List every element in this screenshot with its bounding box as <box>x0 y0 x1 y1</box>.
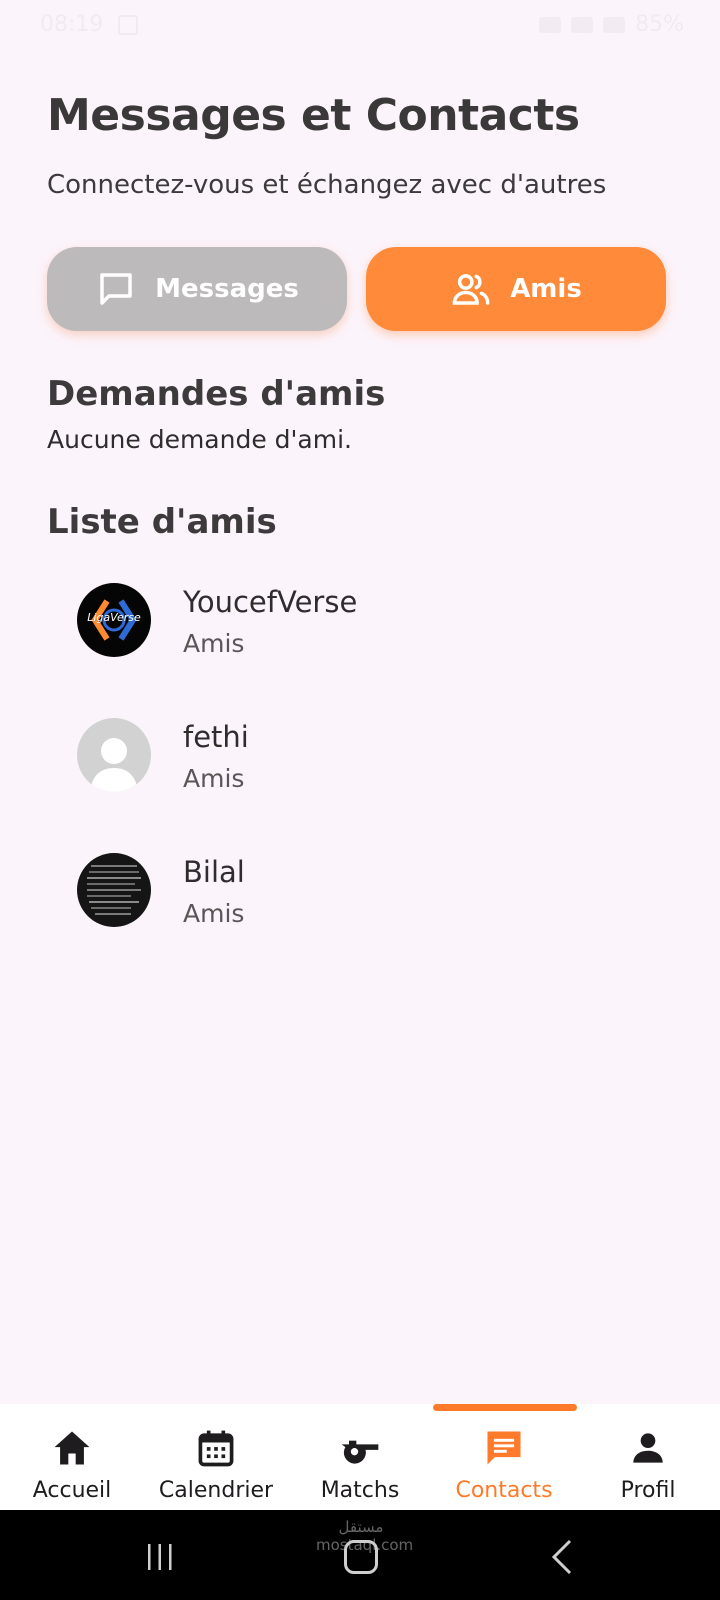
nav-label: Contacts <box>455 1478 553 1503</box>
friend-requests-title: Demandes d'amis <box>47 374 386 414</box>
avatar <box>77 718 151 792</box>
back-icon[interactable] <box>550 1538 574 1576</box>
screenshot-avatar-icon <box>87 865 141 915</box>
status-time: 08:19 <box>40 12 104 37</box>
avatar: LigaVerse <box>77 583 151 657</box>
nav-label: Accueil <box>32 1478 112 1503</box>
battery-level: 85% <box>635 12 684 37</box>
chat-bubble-icon <box>100 273 132 305</box>
nav-item-accueil[interactable]: Accueil <box>0 1404 144 1510</box>
avatar-logo-text: LigaVerse <box>87 611 141 624</box>
tab-messages-label: Messages <box>155 274 299 304</box>
nav-item-calendrier[interactable]: Calendrier <box>144 1404 288 1510</box>
whistle-icon <box>341 1440 379 1464</box>
signal-icon <box>603 16 626 33</box>
mute-icon <box>539 16 562 33</box>
recent-apps-icon[interactable] <box>145 1542 175 1572</box>
home-icon <box>54 1431 90 1465</box>
friend-item-bilal[interactable]: Bilal Amis <box>77 853 637 933</box>
people-icon <box>452 274 490 305</box>
message-icon <box>487 1431 521 1465</box>
friend-name: Bilal <box>183 855 245 889</box>
nav-label: Profil <box>620 1478 676 1503</box>
calendar-icon <box>198 1430 234 1467</box>
page-subtitle: Connectez-vous et échangez avec d'autres <box>47 170 607 200</box>
friend-name: fethi <box>183 720 249 754</box>
system-nav-bar: مستقل mostaql.com <box>0 1510 720 1600</box>
nav-label: Matchs <box>320 1478 400 1503</box>
friend-item-youcefverse[interactable]: LigaVerse YoucefVerse Amis <box>77 583 637 663</box>
gallery-notification-icon <box>118 15 138 35</box>
friend-status: Amis <box>183 764 245 793</box>
friend-name: YoucefVerse <box>183 585 358 619</box>
nav-label: Calendrier <box>158 1478 274 1503</box>
tab-amis[interactable]: Amis <box>366 247 666 331</box>
status-bar: 08:19 85% <box>0 0 720 52</box>
tab-amis-label: Amis <box>510 274 582 304</box>
bottom-nav: Accueil Calendrier Matchs Contacts Profi… <box>0 1404 720 1510</box>
nav-item-contacts[interactable]: Contacts <box>432 1404 576 1510</box>
avatar <box>77 853 151 927</box>
watermark: مستقل mostaql.com <box>316 1518 414 1554</box>
friend-status: Amis <box>183 629 245 658</box>
status-indicators: 85% <box>539 12 684 37</box>
friend-list-title: Liste d'amis <box>47 502 277 542</box>
page-title: Messages et Contacts <box>47 90 580 141</box>
nav-item-profil[interactable]: Profil <box>576 1404 720 1510</box>
wifi-icon <box>571 16 594 33</box>
default-avatar-icon <box>90 738 138 792</box>
friend-status: Amis <box>183 899 245 928</box>
friend-requests-empty: Aucune demande d'ami. <box>47 425 352 454</box>
nav-item-matchs[interactable]: Matchs <box>288 1404 432 1510</box>
tab-messages[interactable]: Messages <box>47 247 347 331</box>
friend-item-fethi[interactable]: fethi Amis <box>77 718 637 798</box>
person-icon <box>633 1433 663 1463</box>
